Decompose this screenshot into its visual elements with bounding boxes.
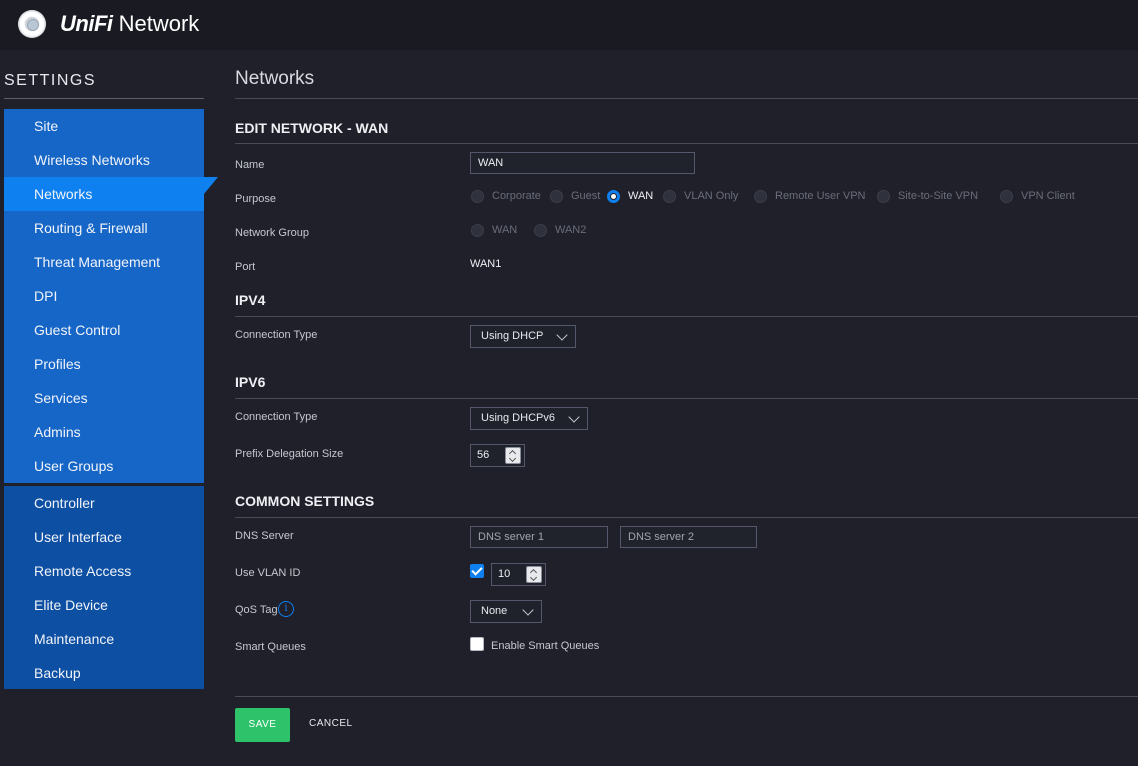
save-button[interactable]: SAVE [235, 708, 290, 742]
radio-dot [534, 224, 547, 237]
smart-queues-label: Smart Queues [235, 641, 306, 653]
spinner-arrows-icon[interactable] [505, 447, 521, 464]
settings-divider [4, 98, 204, 99]
radio-dot [1000, 190, 1013, 203]
sidebar-item-wireless-networks[interactable]: Wireless Networks [4, 143, 204, 177]
radio-dot [607, 190, 620, 203]
spinner-down [508, 454, 517, 463]
ipv4-connection-type-select[interactable]: Using DHCP [470, 325, 576, 348]
qos-tag-select[interactable]: None [470, 600, 542, 623]
prefix-delegation-label: Prefix Delegation Size [235, 448, 344, 460]
sidebar-item-services[interactable]: Services [4, 381, 204, 415]
radio-dot [663, 190, 676, 203]
info-icon[interactable]: i [278, 601, 294, 617]
ipv4-heading: IPV4 [235, 292, 266, 308]
unifi-logo-icon[interactable] [18, 10, 46, 38]
sidebar-item-admins[interactable]: Admins [4, 415, 204, 449]
radio-label: WAN [492, 224, 518, 236]
sidebar-group-secondary: Controller User Interface Remote Access … [4, 486, 204, 689]
name-input[interactable]: WAN [470, 152, 695, 174]
radio-dot [471, 224, 484, 237]
top-bar: UniFi Network [0, 0, 1138, 50]
purpose-label: Purpose [235, 193, 276, 205]
sidebar-item-user-interface[interactable]: User Interface [4, 520, 204, 554]
sidebar-item-elite-device[interactable]: Elite Device [4, 588, 204, 622]
ipv6-connection-type-label: Connection Type [235, 411, 318, 423]
vlan-id-label: Use VLAN ID [235, 567, 301, 579]
brand-bold: UniFi [60, 11, 113, 36]
ipv6-connection-type-select[interactable]: Using DHCPv6 [470, 407, 588, 430]
chevron-down-icon [522, 604, 534, 616]
sidebar-item-maintenance[interactable]: Maintenance [4, 622, 204, 656]
chevron-down-icon [568, 411, 580, 423]
radio-label: WAN2 [555, 224, 587, 236]
sidebar-item-guest-control[interactable]: Guest Control [4, 313, 204, 347]
edit-network-heading: EDIT NETWORK - WAN [235, 120, 389, 136]
common-divider [235, 517, 1138, 518]
brand-rest: Network [112, 11, 200, 36]
stepper-value: 56 [477, 449, 490, 461]
sidebar-item-dpi[interactable]: DPI [4, 279, 204, 313]
smart-queues-checkbox[interactable] [470, 637, 484, 651]
sidebar-item-site[interactable]: Site [4, 109, 204, 143]
chevron-down-icon [556, 329, 568, 341]
common-settings-heading: COMMON SETTINGS [235, 493, 375, 509]
select-value: Using DHCP [481, 330, 544, 342]
section-divider [235, 143, 1138, 144]
settings-title: SETTINGS [4, 72, 97, 89]
network-group-label: Network Group [235, 227, 309, 239]
ipv6-divider [235, 398, 1138, 399]
qos-tag-label: QoS Tag [235, 604, 278, 616]
sidebar-item-threat-management[interactable]: Threat Management [4, 245, 204, 279]
dns-server-2-input[interactable]: DNS server 2 [620, 526, 757, 548]
spinner-arrows-icon[interactable] [526, 566, 542, 583]
sidebar-item-networks[interactable]: Networks [4, 177, 218, 211]
active-indicator-arrow [190, 177, 204, 194]
sidebar-item-remote-access[interactable]: Remote Access [4, 554, 204, 588]
radio-label: VPN Client [1021, 190, 1075, 202]
spinner-down [529, 573, 538, 582]
radio-label: Site-to-Site VPN [898, 190, 979, 202]
vlan-id-stepper[interactable]: 10 [491, 563, 546, 586]
smart-queues-checkbox-label[interactable]: Enable Smart Queues [491, 640, 599, 652]
sidebar-item-routing-firewall[interactable]: Routing & Firewall [4, 211, 204, 245]
ipv4-divider [235, 316, 1138, 317]
radio-dot [754, 190, 767, 203]
name-label: Name [235, 159, 265, 171]
page-title: Networks [235, 68, 315, 89]
select-value: Using DHCPv6 [481, 412, 555, 424]
radio-dot [550, 190, 563, 203]
cancel-button[interactable]: CANCEL [309, 718, 353, 729]
sidebar-item-backup[interactable]: Backup [4, 656, 204, 690]
sidebar-item-user-groups[interactable]: User Groups [4, 449, 204, 483]
select-value: None [481, 605, 508, 617]
radio-dot [471, 190, 484, 203]
port-value: WAN1 [470, 258, 502, 270]
radio-label: WAN [628, 190, 654, 202]
sidebar-item-profiles[interactable]: Profiles [4, 347, 204, 381]
dns-server-label: DNS Server [235, 530, 294, 542]
port-label: Port [235, 261, 256, 273]
ipv4-connection-type-label: Connection Type [235, 329, 318, 341]
sidebar-group-primary: Site Wireless Networks Networks Routing … [4, 109, 218, 483]
vlan-id-checkbox[interactable] [470, 564, 484, 578]
dns-server-1-input[interactable]: DNS server 1 [470, 526, 608, 548]
prefix-delegation-stepper[interactable]: 56 [470, 444, 525, 467]
brand-title: UniFi Network [60, 11, 199, 37]
radio-label: Remote User VPN [775, 190, 866, 202]
radio-label: Guest [571, 190, 601, 202]
ipv6-heading: IPV6 [235, 374, 266, 390]
radio-dot [877, 190, 890, 203]
radio-label: VLAN Only [684, 190, 739, 202]
radio-label: Corporate [492, 190, 541, 202]
sidebar-item-controller[interactable]: Controller [4, 486, 204, 520]
title-divider [235, 98, 1138, 99]
stepper-value: 10 [498, 568, 511, 580]
footer-divider [235, 696, 1138, 697]
